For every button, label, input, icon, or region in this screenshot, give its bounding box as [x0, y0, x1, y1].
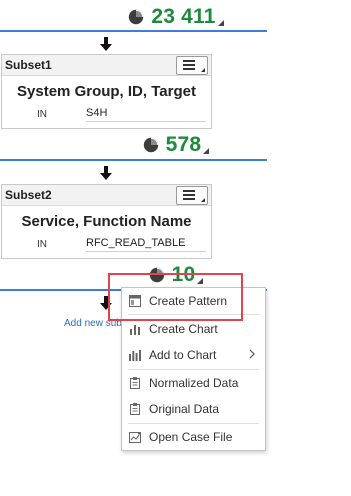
value-underline	[86, 121, 206, 122]
menu-item-label: Open Case File	[149, 430, 233, 444]
hamburger-icon	[183, 190, 195, 200]
highlight-annotation	[108, 273, 243, 321]
chevron-down-icon	[201, 198, 205, 202]
subset-name: Subset2	[5, 188, 52, 202]
pie-chart-icon	[129, 9, 144, 25]
hamburger-icon	[183, 60, 195, 70]
down-arrow-icon	[100, 37, 112, 51]
subset-menu-button[interactable]	[176, 186, 208, 205]
menu-item-label: Create Chart	[149, 322, 218, 336]
step-count-2: 578	[0, 130, 351, 160]
menu-item-label: Add to Chart	[149, 348, 217, 362]
menu-separator	[128, 423, 259, 424]
menu-item-open-case-file[interactable]: Open Case File	[122, 425, 265, 449]
chevron-right-icon	[249, 349, 255, 359]
subset-header: Subset2	[2, 185, 211, 206]
subset-operator: IN	[37, 109, 47, 120]
count-menu-caret[interactable]	[217, 20, 224, 26]
step-count-value: 23 411	[151, 5, 216, 28]
subset-header: Subset1	[2, 55, 211, 76]
bar-chart-add-icon	[129, 350, 141, 361]
value-underline	[86, 251, 206, 252]
step-count-1: 23 411	[0, 2, 351, 32]
subset-title: Service, Function Name	[21, 213, 192, 230]
down-arrow-icon	[100, 166, 112, 180]
step-divider	[0, 159, 267, 161]
subset-name: Subset1	[5, 58, 52, 72]
case-file-icon	[129, 432, 141, 443]
menu-item-normalized-data[interactable]: Normalized Data	[122, 371, 265, 395]
subset-panel-2: Subset2 Service, Function Name IN RFC_RE…	[1, 184, 212, 259]
bar-chart-icon	[130, 325, 140, 335]
menu-separator	[128, 369, 259, 370]
subset-title: System Group, ID, Target	[17, 83, 196, 100]
menu-item-label: Normalized Data	[149, 376, 239, 390]
count-menu-caret[interactable]	[203, 148, 210, 154]
menu-item-add-to-chart[interactable]: Add to Chart	[122, 343, 265, 367]
step-count-value: 578	[165, 133, 202, 156]
step-divider	[0, 30, 267, 32]
chevron-down-icon	[201, 68, 205, 72]
clipboard-icon	[130, 403, 140, 415]
subset-value[interactable]: RFC_READ_TABLE	[86, 237, 185, 249]
pie-chart-icon	[143, 137, 158, 153]
clipboard-icon	[130, 377, 140, 389]
subset-panel-1: Subset1 System Group, ID, Target IN S4H	[1, 54, 212, 129]
subset-menu-button[interactable]	[176, 56, 208, 75]
menu-item-original-data[interactable]: Original Data	[122, 397, 265, 421]
subset-operator: IN	[37, 239, 47, 250]
subset-value[interactable]: S4H	[86, 107, 107, 119]
menu-item-label: Original Data	[149, 402, 220, 416]
